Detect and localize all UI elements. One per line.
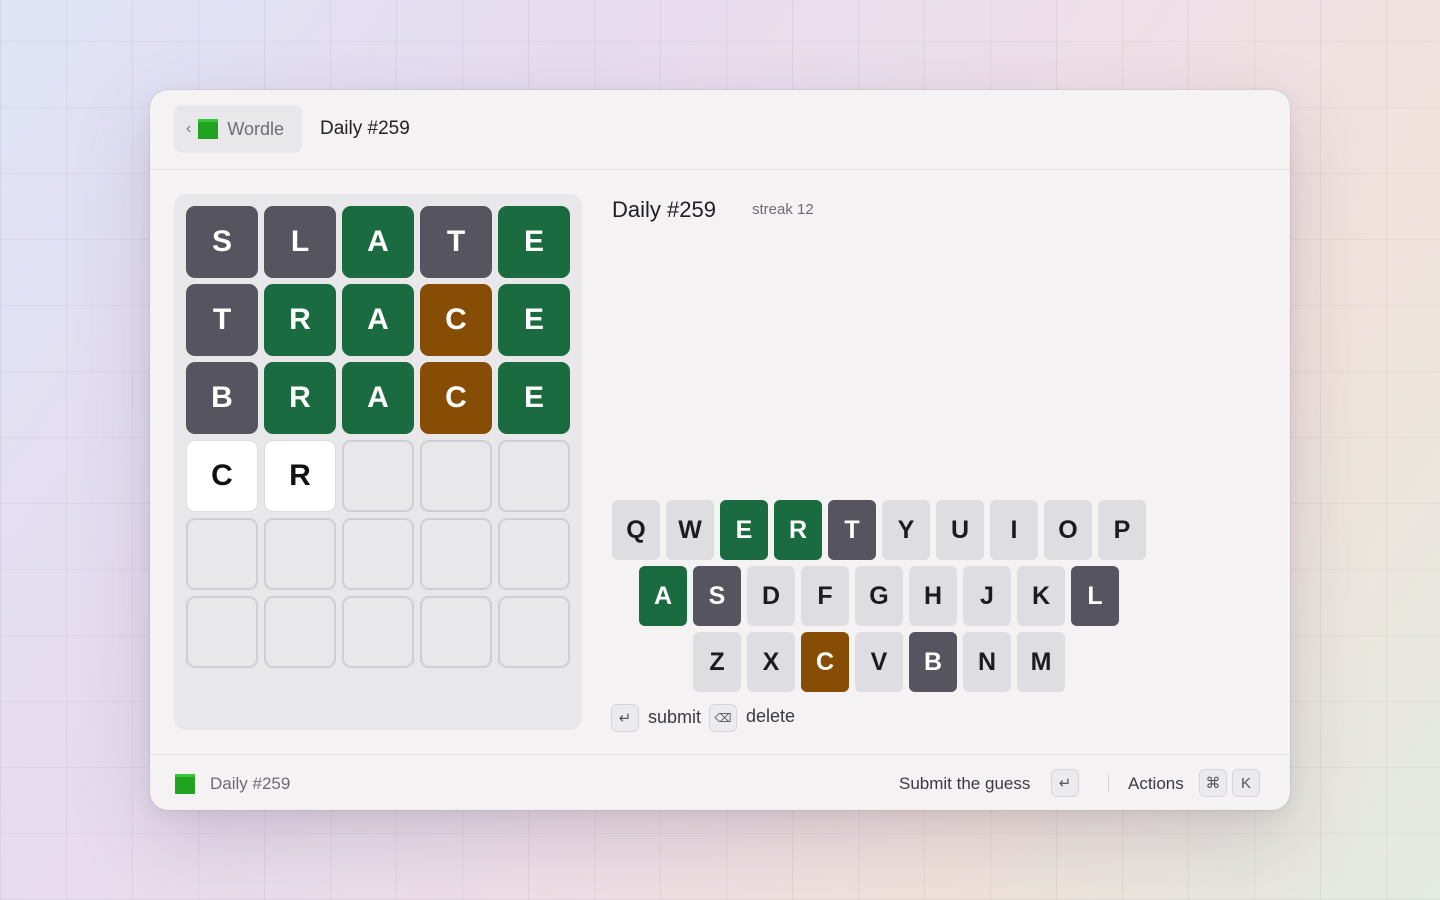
board-tile: T [186, 284, 258, 356]
board-tile [498, 440, 570, 512]
key-n[interactable]: N [963, 632, 1011, 692]
key-u[interactable]: U [936, 500, 984, 560]
command-icon: ⌘ [1199, 769, 1227, 797]
board-tile: C [420, 362, 492, 434]
key-p[interactable]: P [1098, 500, 1146, 560]
board-tile: S [186, 206, 258, 278]
window-header: ‹ Wordle Daily #259 [150, 90, 1290, 170]
backspace-icon: ⌫ [709, 704, 737, 732]
board-tile: E [498, 362, 570, 434]
return-icon: ↵ [611, 704, 639, 732]
board-tile [342, 440, 414, 512]
actions-button[interactable]: Actions [1128, 774, 1184, 794]
delete-hint: ⌫ delete [709, 704, 795, 732]
return-icon: ↵ [1051, 769, 1079, 797]
key-e[interactable]: E [720, 500, 768, 560]
board-tile [342, 596, 414, 668]
back-button-label: Wordle [227, 118, 285, 139]
wordle-logo-icon [198, 119, 219, 139]
board-tile [186, 596, 258, 668]
key-o[interactable]: O [1044, 500, 1092, 560]
footer-divider [1108, 774, 1109, 792]
board-tile: R [264, 440, 336, 512]
board-tile: R [264, 284, 336, 356]
submit-guess-button[interactable]: Submit the guess [899, 774, 1030, 794]
delete-hint-label: delete [746, 706, 796, 726]
board-tile: E [498, 206, 570, 278]
board-tile: R [264, 362, 336, 434]
board-tile: A [342, 206, 414, 278]
board-tile [498, 518, 570, 590]
board-tile [420, 440, 492, 512]
key-j[interactable]: J [963, 566, 1011, 626]
key-i[interactable]: I [990, 500, 1038, 560]
key-x[interactable]: X [747, 632, 795, 692]
key-m[interactable]: M [1017, 632, 1065, 692]
board-tile: T [420, 206, 492, 278]
board-tile: A [342, 362, 414, 434]
board-tile: C [420, 284, 492, 356]
chevron-left-icon: ‹ [186, 120, 192, 137]
game-title: Daily #259 [612, 197, 716, 222]
submit-hint-label: submit [648, 707, 702, 727]
k-key: K [1232, 769, 1260, 797]
board-tile [498, 596, 570, 668]
page-title: Daily #259 [320, 118, 410, 139]
key-t[interactable]: T [828, 500, 876, 560]
key-g[interactable]: G [855, 566, 903, 626]
key-v[interactable]: V [855, 632, 903, 692]
board-tile [342, 518, 414, 590]
key-z[interactable]: Z [693, 632, 741, 692]
key-w[interactable]: W [666, 500, 714, 560]
key-l[interactable]: L [1071, 566, 1119, 626]
wordle-logo-icon [175, 774, 195, 794]
board-tile: B [186, 362, 258, 434]
board-tile: A [342, 284, 414, 356]
app-window: ‹ Wordle Daily #259 SLATETRACEBRACECR Da… [150, 90, 1290, 810]
key-a[interactable]: A [639, 566, 687, 626]
streak-label: streak 12 [752, 201, 814, 218]
board-tile [420, 518, 492, 590]
board-tile [264, 518, 336, 590]
game-board: SLATETRACEBRACECR [174, 194, 582, 730]
footer-title: Daily #259 [210, 774, 291, 793]
key-f[interactable]: F [801, 566, 849, 626]
board-tile [186, 518, 258, 590]
board-tile [420, 596, 492, 668]
board-tile [264, 596, 336, 668]
back-button[interactable]: ‹ Wordle [174, 105, 302, 153]
board-tile: L [264, 206, 336, 278]
key-d[interactable]: D [747, 566, 795, 626]
board-tile: C [186, 440, 258, 512]
window-footer: Daily #259 Submit the guess ↵ Actions ⌘ … [150, 754, 1290, 810]
submit-hint: ↵ submit [611, 704, 701, 732]
key-b[interactable]: B [909, 632, 957, 692]
key-k[interactable]: K [1017, 566, 1065, 626]
key-s[interactable]: S [693, 566, 741, 626]
board-tile: E [498, 284, 570, 356]
key-q[interactable]: Q [612, 500, 660, 560]
key-y[interactable]: Y [882, 500, 930, 560]
key-c[interactable]: C [801, 632, 849, 692]
key-h[interactable]: H [909, 566, 957, 626]
key-r[interactable]: R [774, 500, 822, 560]
